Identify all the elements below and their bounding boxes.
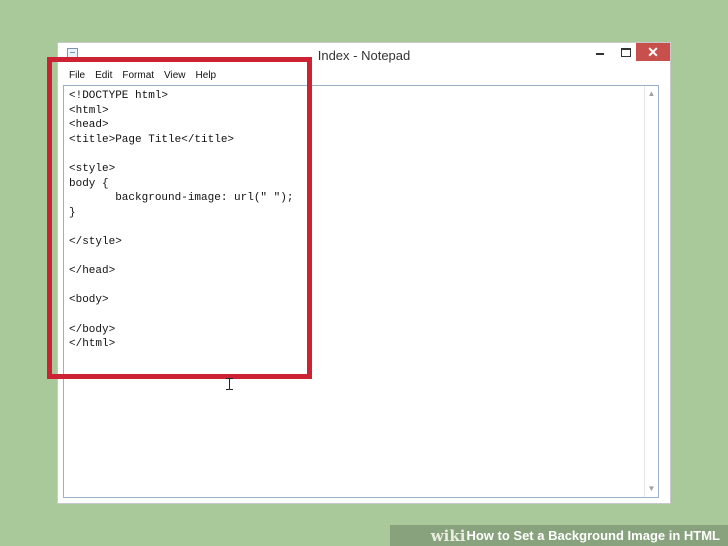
wiki-logo: wiki [430, 526, 466, 545]
minimize-icon [596, 53, 604, 55]
maximize-icon [621, 47, 631, 57]
watermark-title: How to Set a Background Image in HTML [466, 528, 720, 543]
scroll-down-arrow-icon[interactable]: ▼ [645, 483, 658, 495]
close-button[interactable]: ✕ [636, 43, 670, 61]
watermark-banner: wiki How to Set a Background Image in HT… [390, 525, 728, 546]
scroll-up-arrow-icon[interactable]: ▲ [645, 88, 658, 100]
ibeam-cursor-icon [226, 378, 233, 390]
close-icon: ✕ [647, 43, 659, 60]
highlight-box [47, 57, 312, 379]
vertical-scrollbar[interactable]: ▲ ▼ [644, 86, 658, 497]
minimize-button[interactable] [588, 43, 612, 61]
maximize-button[interactable] [614, 43, 638, 61]
